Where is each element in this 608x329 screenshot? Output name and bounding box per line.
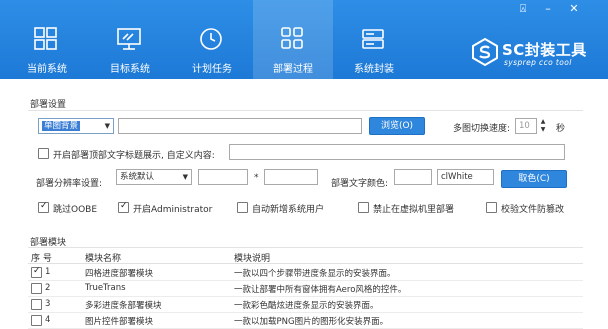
pin-icon[interactable]: ⍓ <box>516 3 530 15</box>
row-name: 多彩进度条部署模块 <box>85 301 162 311</box>
divider <box>28 247 583 248</box>
tab-system-package[interactable]: 系统封装 <box>334 0 414 79</box>
image-path-input[interactable] <box>118 118 362 134</box>
row-seq: 3 <box>45 299 51 309</box>
text-color-value[interactable]: clWhite <box>437 169 494 185</box>
enable-admin-checkbox[interactable] <box>118 201 129 213</box>
close-button[interactable]: ✕ <box>567 3 581 15</box>
deploy-settings-title: 部署设置 <box>30 100 67 110</box>
switch-speed-label: 多图切换速度: <box>453 124 511 134</box>
table-row[interactable]: 4 图片控件部署模块 一款以加载PNG图片的图形化安装界面。 <box>28 313 583 329</box>
brand: SC封装工具 sysprep cco tool <box>471 38 601 70</box>
resolution-height-input[interactable] <box>264 169 318 185</box>
divider <box>28 110 583 111</box>
clock-icon <box>200 28 222 50</box>
row-name: TrueTrans <box>85 283 126 293</box>
row-seq: 1 <box>45 267 51 277</box>
background-mode-value: 单图背景 <box>42 121 81 131</box>
monitor-icon <box>117 28 141 50</box>
no-vm-deploy-checkbox[interactable] <box>358 202 369 213</box>
top-header: 当前系统 目标系统 计划任务 部署过程 系统封装 ⍓ – ✕ SC封装工具 sy… <box>0 0 608 79</box>
verify-files-label: 校验文件防篡改 <box>501 205 565 215</box>
brand-subtitle: sysprep cco tool <box>504 58 572 67</box>
tab-label: 当前系统 <box>27 64 67 75</box>
row-desc: 一款彩色酷炫进度条显示的安装界面。 <box>234 301 379 311</box>
spin-buttons[interactable]: ▲ ▼ <box>539 118 547 134</box>
text-color-label: 部署文字颜色: <box>331 179 389 189</box>
background-mode-select[interactable]: 单图背景 ▼ <box>38 118 114 134</box>
tab-label: 目标系统 <box>110 64 150 75</box>
resolution-width-input[interactable] <box>198 169 248 185</box>
resolution-separator: * <box>254 173 259 183</box>
table-row[interactable]: 1 四格进度部署模块 一款以四个步骤带进度条显示的安装界面。 <box>28 265 583 281</box>
row-seq: 4 <box>45 315 51 325</box>
text-color-swatch[interactable] <box>394 169 432 185</box>
logo-icon <box>472 38 498 66</box>
row-checkbox[interactable] <box>31 266 42 278</box>
row-name: 图片控件部署模块 <box>85 317 154 327</box>
tab-label: 系统封装 <box>354 64 394 75</box>
row-checkbox[interactable] <box>31 315 42 326</box>
minimize-button[interactable]: – <box>541 3 555 15</box>
skip-oobe-label: 跳过OOBE <box>53 205 98 215</box>
enable-admin-label: 开启Administrator <box>133 205 213 215</box>
no-vm-deploy-label: 禁止在虚拟机里部署 <box>373 205 455 215</box>
tab-target-system[interactable]: 目标系统 <box>90 0 170 79</box>
custom-title-input[interactable] <box>229 144 565 160</box>
custom-title-checkbox[interactable] <box>38 148 49 159</box>
column-seq: 序 号 <box>31 254 52 264</box>
tab-scheduled-tasks[interactable]: 计划任务 <box>172 0 252 79</box>
switch-speed-input[interactable]: 10 <box>515 118 537 134</box>
tab-label: 部署过程 <box>273 64 313 75</box>
resolution-value: 系统默认 <box>120 172 155 182</box>
custom-title-label: 开启部署顶部文字标题展示, 自定义内容: <box>53 151 215 161</box>
resolution-label: 部署分辨率设置: <box>36 179 103 189</box>
tab-label: 计划任务 <box>192 64 232 75</box>
verify-files-checkbox[interactable] <box>486 202 497 213</box>
tab-deploy-process[interactable]: 部署过程 <box>253 0 333 79</box>
chevron-down-icon: ▼ <box>182 173 188 181</box>
row-desc: 一款以加载PNG图片的图形化安装界面。 <box>234 317 389 327</box>
column-desc: 模块说明 <box>234 254 271 264</box>
table-header: 序 号 模块名称 模块说明 <box>28 249 583 264</box>
table-row[interactable]: 3 多彩进度条部署模块 一款彩色酷炫进度条显示的安装界面。 <box>28 297 583 313</box>
row-desc: 一款让部署中所有窗体拥有Aero风格的控件。 <box>234 285 407 295</box>
column-name: 模块名称 <box>85 254 122 264</box>
tab-current-system[interactable]: 当前系统 <box>7 0 87 79</box>
brand-name: SC封装工具 <box>502 41 587 59</box>
chevron-down-icon: ▼ <box>104 122 110 130</box>
resolution-select[interactable]: 系统默认 ▼ <box>116 169 192 185</box>
add-user-checkbox[interactable] <box>237 202 248 213</box>
drive-icon <box>362 29 384 49</box>
row-name: 四格进度部署模块 <box>85 269 154 279</box>
table-row[interactable]: 2 TrueTrans 一款让部署中所有窗体拥有Aero风格的控件。 <box>28 281 583 297</box>
row-seq: 2 <box>45 283 51 293</box>
grid-icon <box>281 27 303 49</box>
skip-oobe-checkbox[interactable] <box>38 201 49 213</box>
add-user-label: 自动新增系统用户 <box>252 205 325 215</box>
browse-button[interactable]: 浏览(O) <box>369 117 425 135</box>
pick-color-button[interactable]: 取色(C) <box>501 170 567 188</box>
row-desc: 一款以四个步骤带进度条显示的安装界面。 <box>234 269 396 279</box>
row-checkbox[interactable] <box>31 283 42 294</box>
switch-speed-unit: 秒 <box>556 124 566 134</box>
windows-icon <box>34 27 57 50</box>
row-checkbox[interactable] <box>31 299 42 310</box>
